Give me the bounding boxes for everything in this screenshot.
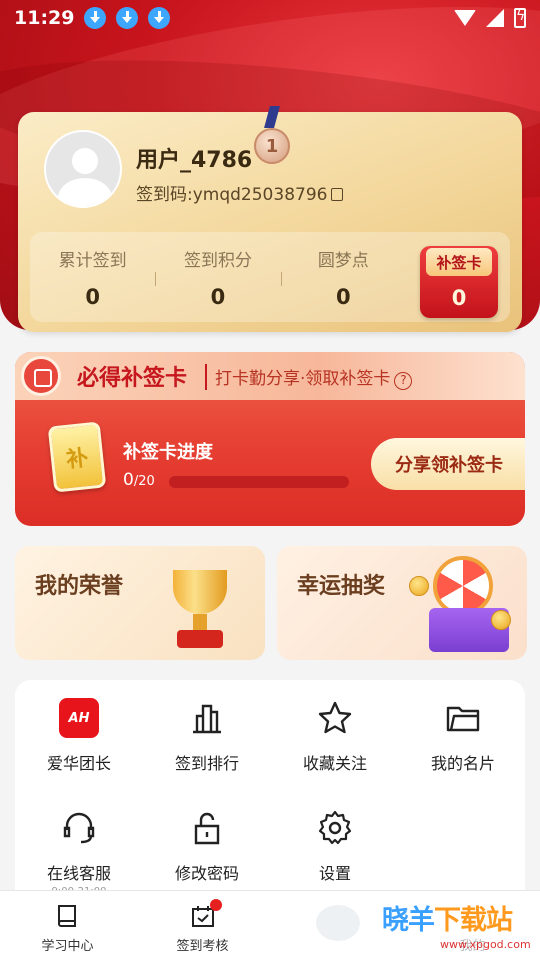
stat-label: 累计签到 [58,250,127,271]
star-icon [315,698,355,738]
battery-charging-icon [514,8,526,28]
username: 用户_4786 [136,148,253,173]
tab-signin-assessment[interactable]: 签到考核 [135,891,270,960]
download-icon [116,7,139,29]
promo-header: 必得补签卡 打卡勤分享·领取补签卡? [15,352,525,400]
my-honor-tile[interactable]: 我的荣誉 [15,546,265,660]
calendar-icon [21,356,61,396]
honor-title: 我的荣誉 [35,573,124,599]
menu-label: 签到排行 [174,754,239,773]
status-bar: 11:29 [0,0,540,36]
watermark-logo: 晓羊下载站 [382,898,513,937]
watermark-url: www.xpgod.com [440,938,531,951]
tab-label: 学习中心 [41,939,94,954]
share-button[interactable]: 分享领补签卡 [371,438,525,490]
download-icon [148,7,171,29]
promo-title: 必得补签卡 [77,365,188,391]
progress-total: /20 [133,474,155,489]
menu-item-favorites[interactable]: 收藏关注 [271,680,399,776]
coin-icon [491,610,511,630]
menu-label: 在线客服 [46,864,111,883]
lucky-draw-tile[interactable]: 幸运抽奖 [277,546,527,660]
medal-rank: 1 [254,128,290,164]
headset-icon [59,808,99,848]
menu-item-customer-service[interactable]: 在线客服 9:00-21:00 [15,790,143,897]
notification-dot [209,899,222,911]
makeup-card-counter[interactable]: 补签卡 0 [420,246,498,318]
download-icon [84,7,107,29]
sheep-icon [315,905,360,941]
promo-subtitle-text: 打卡勤分享·领取补签卡 [215,369,391,389]
stat-total-signin[interactable]: 累计签到 0 [30,232,155,322]
prize-wheel-icon [433,556,493,616]
ranking-icon [187,698,227,738]
user-card: 用户_4786 1 签到码:ymqd25038796 累计签到 0 签到积分 0… [18,106,522,332]
stat-dream-points[interactable]: 圆梦点 0 [280,232,406,322]
stat-label: 圆梦点 [317,250,369,271]
makeup-card-label: 补签卡 [426,248,492,276]
menu-label: 爱华团长 [46,754,111,773]
stat-value: 0 [85,284,100,309]
makeup-card-promo: 必得补签卡 打卡勤分享·领取补签卡? 补 补签卡进度 0/20 分享领补签卡 [15,352,525,526]
progress-count: 0/20 [123,470,155,490]
status-time: 11:29 [14,7,75,29]
makeup-card-value: 0 [451,286,467,310]
coin-icon [409,576,429,596]
stat-label: 签到积分 [183,250,252,271]
sign-code: 签到码:ymqd25038796 [136,180,344,205]
lucky-title: 幸运抽奖 [297,573,386,599]
book-icon [55,903,81,929]
progress-bar [169,476,349,488]
medal-icon[interactable]: 1 [254,106,290,168]
promo-subtitle: 打卡勤分享·领取补签卡? [205,364,413,390]
menu-item-change-password[interactable]: 修改密码 [143,790,271,886]
stats-panel: 累计签到 0 签到积分 0 圆梦点 0 补签卡 0 [30,232,510,322]
sign-code-text: 签到码:ymqd25038796 [136,185,328,205]
makeup-card-icon: 补 [47,421,107,493]
watermark-text-1: 晓羊 [382,905,435,936]
menu-label: 我的名片 [430,754,495,773]
copy-icon[interactable] [331,188,344,201]
menu-label: 修改密码 [174,864,239,883]
menu-label: 设置 [318,864,351,883]
signal-icon [486,9,504,27]
menu-item-settings[interactable]: 设置 [271,790,399,886]
gear-icon [315,808,355,848]
calendar-check-icon [190,899,222,929]
aihua-logo: AH [59,698,99,738]
menu-item-ranking[interactable]: 签到排行 [143,680,271,776]
watermark-text-2: 下载站 [434,905,513,936]
folder-icon [443,698,483,738]
progress-current: 0 [123,470,134,490]
wifi-icon [454,10,476,26]
avatar[interactable] [44,130,122,208]
stat-points[interactable]: 签到积分 0 [155,232,280,322]
progress-label: 补签卡进度 [123,442,213,463]
lock-icon [187,808,227,848]
tab-label: 签到考核 [176,939,229,954]
menu-item-business-card[interactable]: 我的名片 [399,680,527,776]
help-icon[interactable]: ? [394,372,413,390]
menu-item-aihua[interactable]: AH 爱华团长 [15,680,143,776]
tab-learning-center[interactable]: 学习中心 [0,891,135,960]
stat-value: 0 [336,284,351,309]
stat-value: 0 [210,284,226,309]
trophy-icon [165,564,235,654]
menu-label: 收藏关注 [302,754,367,773]
